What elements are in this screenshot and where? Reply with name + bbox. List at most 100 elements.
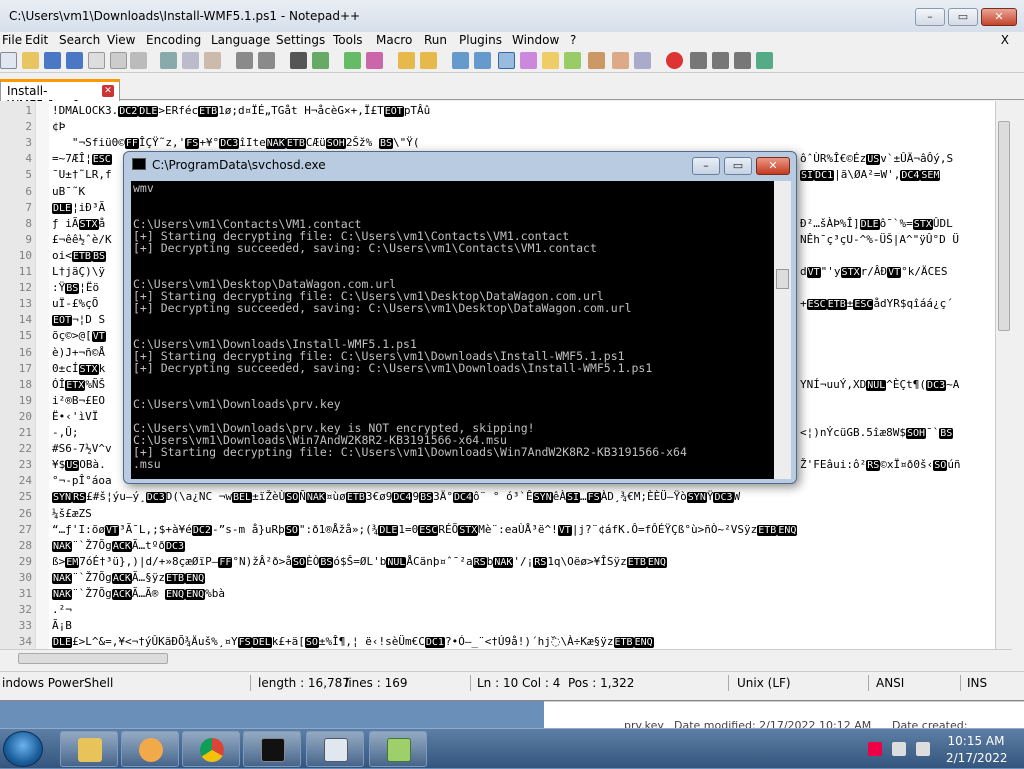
paste-icon[interactable] [204,52,221,69]
monitor-icon[interactable] [634,52,651,69]
network-icon[interactable] [892,742,906,756]
menu-language[interactable]: Language [211,33,270,47]
menu-edit[interactable]: Edit [25,33,48,47]
line-number: 26 [18,506,32,520]
stop-macro-icon[interactable] [690,52,707,69]
taskbar-chrome[interactable] [182,731,240,767]
lang-icon[interactable] [520,52,537,69]
volume-icon[interactable] [916,742,930,756]
zoom-out-icon[interactable] [366,52,383,69]
doc-map-icon[interactable] [542,52,559,69]
control-char: DC1 [424,637,445,649]
clock-time[interactable]: 10:15 AM [946,734,1006,748]
taskbar-cmd[interactable] [243,731,301,767]
redo-icon[interactable] [258,52,275,69]
close-file-icon[interactable] [88,52,105,69]
scroll-thumb[interactable] [18,653,168,664]
console-minimize-button[interactable]: – [692,157,720,175]
function-list-icon[interactable] [564,52,581,69]
title-bar[interactable]: C:\Users\vm1\Downloads\Install-WMF5.1.ps… [0,0,1024,32]
sync-horizontal-icon[interactable] [420,52,437,69]
save-macro-icon[interactable] [756,52,773,69]
run-macro-multiple-icon[interactable] [734,52,751,69]
status-eol[interactable]: Unix (LF) [737,676,791,690]
undo-icon[interactable] [236,52,253,69]
menu-encoding[interactable]: Encoding [146,33,201,47]
clock-date[interactable]: 2/17/2022 [946,751,1008,765]
console-maximize-button[interactable]: ▭ [724,157,752,175]
menu-plugins[interactable]: Plugins [459,33,502,47]
taskbar-notepadpp[interactable] [369,731,427,767]
open-file-icon[interactable] [22,52,39,69]
taskbar-explorer[interactable] [60,731,118,767]
menu-macro[interactable]: Macro [376,33,412,47]
control-char: VT [104,524,120,536]
folder-icon[interactable] [612,52,629,69]
control-char: EM [65,556,80,568]
taskbar-notepad[interactable] [306,731,364,767]
tab-close-icon[interactable]: ✕ [102,85,114,97]
menu-file[interactable]: File [2,33,22,47]
cut-icon[interactable] [160,52,177,69]
menu-help[interactable]: ? [570,33,576,47]
control-char: FS [237,637,252,649]
menu-search[interactable]: Search [59,33,100,47]
new-file-icon[interactable] [0,52,17,69]
minimize-button[interactable]: – [915,8,945,26]
control-char: NAK [52,589,73,600]
menu-settings[interactable]: Settings [276,33,325,47]
word-wrap-icon[interactable] [452,52,469,69]
control-char: SO [304,637,319,649]
scroll-thumb[interactable] [776,269,789,289]
close-button[interactable]: ✕ [981,8,1017,26]
save-icon[interactable] [44,52,61,69]
line-number: 5 [25,168,32,182]
console-scrollbar[interactable] [774,181,791,479]
play-macro-icon[interactable] [712,52,729,69]
menu-tools[interactable]: Tools [333,33,363,47]
control-char: DLE [859,218,880,230]
print-icon[interactable] [130,52,147,69]
start-button[interactable] [3,731,43,767]
replace-icon[interactable] [312,52,329,69]
folder-workspace-icon[interactable] [588,52,605,69]
menu-run[interactable]: Run [424,33,447,47]
close-all-icon[interactable] [110,52,127,69]
find-icon[interactable] [290,52,307,69]
tab-install-wmf[interactable]: Install-WMF5.1.ps1 ✕ [0,79,120,112]
horizontal-scrollbar[interactable] [0,649,1012,666]
control-char: BS [319,556,334,568]
control-char: SO [933,460,948,472]
control-char: SOH [905,428,927,439]
control-char: FF [218,556,233,568]
line-number: 20 [18,409,32,423]
close-document-icon[interactable]: X [1001,33,1009,47]
action-center-icon[interactable] [868,742,882,756]
maximize-button[interactable]: ▭ [948,8,978,26]
show-all-chars-icon[interactable] [474,52,491,69]
status-encoding[interactable]: ANSI [876,676,904,690]
control-char: BS [419,492,434,504]
menu-window[interactable]: Window [512,33,559,47]
line-number: 9 [25,232,32,246]
copy-icon[interactable] [182,52,199,69]
console-close-button[interactable]: ✕ [756,157,790,175]
control-char: DC4 [452,492,474,504]
code-line: !DMALOCK3.DC2 DLE>ERfécETB1ø;d¤ÏÉ„TGåt H¬… [52,104,431,117]
taskbar-media-player[interactable] [121,731,179,767]
indent-guide-icon[interactable] [498,52,515,69]
control-char: DC3 [219,138,240,150]
zoom-in-icon[interactable] [344,52,361,69]
console-output[interactable]: wmv C:\Users\vm1\Contacts\VM1.contact [+] … [131,181,774,479]
menu-view[interactable]: View [107,33,135,47]
line-number: 23 [18,458,32,472]
sync-vertical-icon[interactable] [398,52,415,69]
save-all-icon[interactable] [66,52,83,69]
line-number: 33 [18,619,32,633]
control-char: ACK [111,572,132,584]
status-line: Ln : 10 [477,676,519,690]
vertical-scrollbar[interactable] [995,101,1012,649]
record-macro-icon[interactable] [666,52,683,69]
scroll-thumb[interactable] [998,121,1010,331]
control-char: SI [800,170,815,182]
